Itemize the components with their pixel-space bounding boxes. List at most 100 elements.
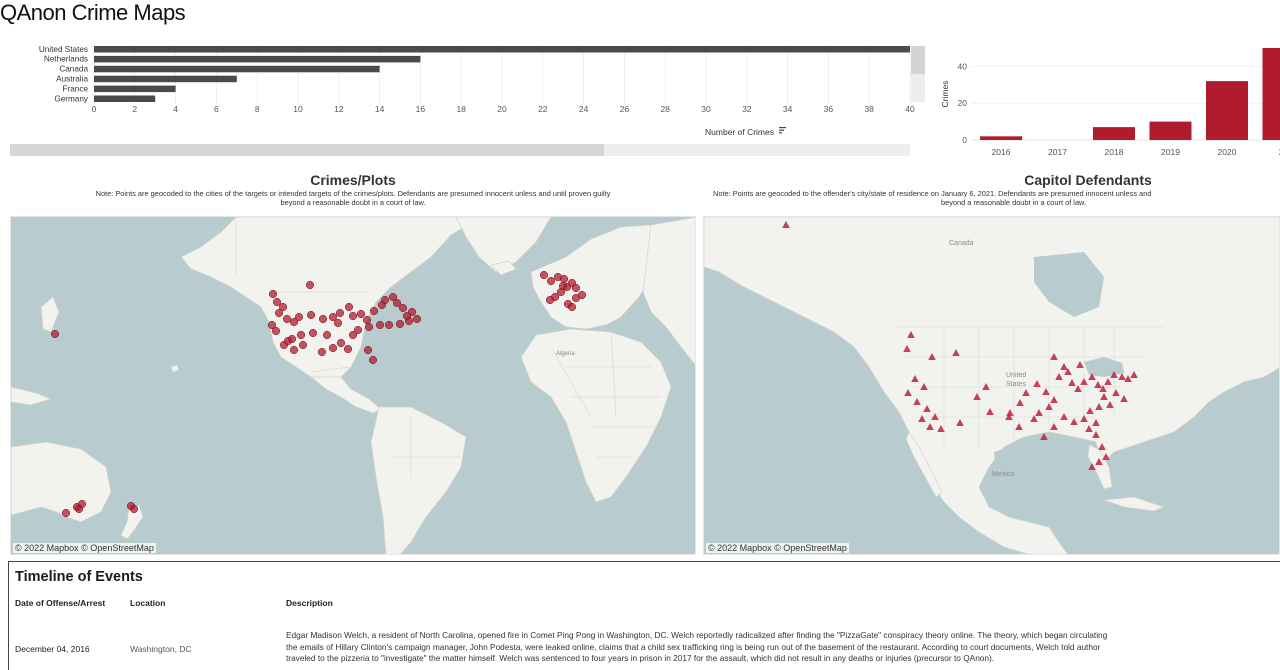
column-header-description[interactable]: Description [286, 598, 333, 608]
africa-landmass [520, 328, 672, 503]
vertical-scrollbar[interactable] [911, 46, 925, 102]
x-tick-label: 10 [293, 104, 303, 114]
crime-marker [282, 314, 292, 324]
x-tick-label: 20 [497, 104, 507, 114]
crime-marker [294, 312, 304, 322]
crime-marker [407, 307, 417, 317]
bar [1093, 127, 1135, 140]
country-bar-chart: United States Netherlands Canada Australia F… [0, 38, 930, 156]
category-label: Canada [59, 65, 88, 74]
world-map-svg: Algeria [11, 217, 695, 554]
x-tick-label: 2020 [1218, 147, 1237, 157]
bar [94, 46, 910, 53]
x-tick-label: 2019 [1161, 147, 1180, 157]
x-tick-label: 26 [620, 104, 630, 114]
north-america-landmass [704, 217, 1279, 554]
category-label: Australia [56, 75, 88, 84]
bar [1262, 48, 1280, 140]
timeline-title: Timeline of Events [15, 569, 143, 585]
x-tick-label: 36 [824, 104, 834, 114]
capitol-map-title: Capitol Defendants [1024, 172, 1152, 188]
x-tick-label: 16 [416, 104, 426, 114]
crime-marker [274, 308, 284, 318]
x-tick-label: 2 [132, 104, 137, 114]
horizontal-scrollbar[interactable] [10, 144, 910, 156]
crime-marker [539, 270, 549, 280]
category-label: United States [39, 45, 88, 54]
crime-marker [317, 347, 327, 357]
map-credit: © 2022 Mapbox © OpenStreetMap [706, 543, 849, 553]
x-tick-label: 2016 [992, 147, 1011, 157]
crime-marker [375, 320, 385, 330]
note-line: beyond a reasonable doubt in a court of … [941, 198, 1087, 207]
crime-marker [392, 298, 402, 308]
crime-marker [50, 329, 60, 339]
y-tick-label: 40 [958, 61, 968, 71]
capitol-defendants-map[interactable]: Canada United States Mexico © 2022 Mapbo… [703, 216, 1280, 555]
note-line: Note: Points are geocoded to the cities … [95, 189, 611, 198]
crime-marker [380, 295, 390, 305]
sort-icon[interactable] [779, 127, 786, 134]
crimes-map-note: Note: Points are geocoded to the cities … [10, 189, 696, 207]
crime-marker [571, 283, 581, 293]
crime-marker [308, 328, 318, 338]
x-tick-label: 14 [375, 104, 385, 114]
bar [94, 55, 421, 63]
central-america-landmass [310, 376, 382, 414]
crime-marker [368, 355, 378, 365]
x-tick-label: 30 [701, 104, 711, 114]
x-tick-label: 0 [92, 104, 97, 114]
x-tick-label: 2018 [1105, 147, 1124, 157]
x-tick-label: 38 [864, 104, 874, 114]
crime-marker [398, 303, 408, 313]
crime-marker [567, 302, 577, 312]
scrollbar-thumb[interactable] [10, 144, 604, 156]
description-line: Edgar Madison Welch, a resident of North… [286, 630, 1108, 640]
category-label: Germany [54, 94, 89, 103]
crime-marker [335, 308, 345, 318]
crime-marker [577, 290, 587, 300]
crime-marker [364, 322, 374, 332]
category-label: France [63, 84, 89, 93]
crime-marker [74, 504, 84, 514]
crime-marker [356, 309, 366, 319]
note-line: beyond a reasonable doubt in a court of … [280, 198, 426, 207]
row-date: December 04, 2016 [15, 644, 90, 654]
x-tick-label: 40 [905, 104, 915, 114]
crime-marker [546, 276, 556, 286]
japan-landmass [40, 296, 60, 333]
map-label-algeria: Algeria [556, 351, 575, 357]
scrollbar-thumb[interactable] [911, 46, 925, 74]
crime-marker [558, 281, 568, 291]
crime-marker [344, 302, 354, 312]
x-tick-label: 24 [579, 104, 589, 114]
crime-marker [305, 280, 315, 290]
crime-marker [298, 340, 308, 350]
x-tick-label: 8 [255, 104, 260, 114]
x-tick-label: 12 [334, 104, 344, 114]
bar [94, 75, 237, 83]
crime-marker [296, 330, 306, 340]
north-america-landmass [180, 217, 482, 390]
x-tick-label: 18 [456, 104, 466, 114]
cuba-island [1103, 496, 1166, 512]
crime-marker [322, 330, 332, 340]
capitol-map-note: Note: Points are geocoded to the offende… [703, 189, 1280, 207]
crime-marker [545, 295, 555, 305]
column-header-location[interactable]: Location [130, 598, 165, 608]
bar [1149, 121, 1192, 140]
crime-marker [318, 314, 328, 324]
map-label-canada: Canada [949, 240, 974, 247]
crime-marker [362, 315, 372, 325]
map-label-states: States [1006, 381, 1026, 388]
description-line: the emails of Hillary Clinton's campaign… [286, 641, 1101, 652]
row-location: Washington, DC [130, 644, 192, 654]
column-header-date[interactable]: Date of Offense/Arrest [15, 598, 105, 608]
y-tick-label: 0 [962, 135, 967, 145]
crime-marker [412, 314, 422, 324]
year-bar-chart-svg: 2016201720182019202020 02040 Crimes [940, 48, 1280, 157]
crimes-world-map[interactable]: Algeria © 2022 Mapbox © OpenStreetMap [10, 216, 696, 555]
asia-islands [11, 386, 53, 406]
crime-marker [328, 343, 338, 353]
crime-marker [395, 319, 405, 329]
